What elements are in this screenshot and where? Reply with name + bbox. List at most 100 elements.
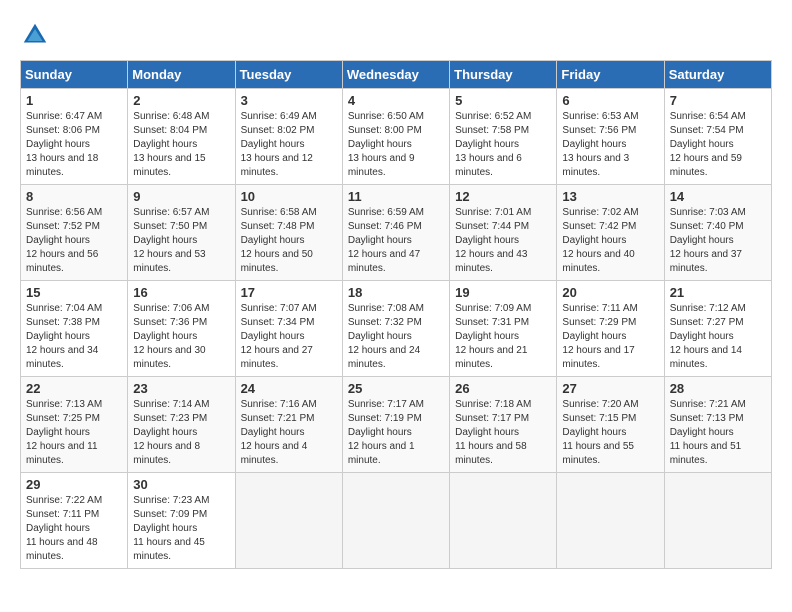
- calendar-cell: 10 Sunrise: 6:58 AM Sunset: 7:48 PM Dayl…: [235, 185, 342, 281]
- calendar-cell: 25 Sunrise: 7:17 AM Sunset: 7:19 PM Dayl…: [342, 377, 449, 473]
- day-info: Sunrise: 7:04 AM Sunset: 7:38 PM Dayligh…: [26, 303, 102, 370]
- calendar-cell: [664, 473, 771, 569]
- calendar-cell: 21 Sunrise: 7:12 AM Sunset: 7:27 PM Dayl…: [664, 281, 771, 377]
- day-number: 30: [133, 477, 229, 492]
- day-info: Sunrise: 6:54 AM Sunset: 7:54 PM Dayligh…: [670, 111, 746, 178]
- day-info: Sunrise: 7:07 AM Sunset: 7:34 PM Dayligh…: [241, 303, 317, 370]
- day-info: Sunrise: 7:17 AM Sunset: 7:19 PM Dayligh…: [348, 399, 424, 466]
- day-number: 11: [348, 189, 444, 204]
- day-info: Sunrise: 6:50 AM Sunset: 8:00 PM Dayligh…: [348, 111, 424, 178]
- day-info: Sunrise: 7:03 AM Sunset: 7:40 PM Dayligh…: [670, 207, 746, 274]
- day-info: Sunrise: 7:02 AM Sunset: 7:42 PM Dayligh…: [562, 207, 638, 274]
- day-info: Sunrise: 7:09 AM Sunset: 7:31 PM Dayligh…: [455, 303, 531, 370]
- day-number: 9: [133, 189, 229, 204]
- calendar-cell: [557, 473, 664, 569]
- day-number: 24: [241, 381, 337, 396]
- calendar-cell: 7 Sunrise: 6:54 AM Sunset: 7:54 PM Dayli…: [664, 89, 771, 185]
- day-number: 29: [26, 477, 122, 492]
- header-row: SundayMondayTuesdayWednesdayThursdayFrid…: [21, 61, 772, 89]
- calendar-table: SundayMondayTuesdayWednesdayThursdayFrid…: [20, 60, 772, 569]
- day-info: Sunrise: 6:58 AM Sunset: 7:48 PM Dayligh…: [241, 207, 317, 274]
- calendar-cell: 9 Sunrise: 6:57 AM Sunset: 7:50 PM Dayli…: [128, 185, 235, 281]
- page-header: [20, 20, 772, 50]
- day-number: 8: [26, 189, 122, 204]
- calendar-row: 8 Sunrise: 6:56 AM Sunset: 7:52 PM Dayli…: [21, 185, 772, 281]
- header-cell-friday: Friday: [557, 61, 664, 89]
- day-number: 7: [670, 93, 766, 108]
- day-number: 16: [133, 285, 229, 300]
- calendar-cell: 1 Sunrise: 6:47 AM Sunset: 8:06 PM Dayli…: [21, 89, 128, 185]
- day-number: 23: [133, 381, 229, 396]
- calendar-cell: 24 Sunrise: 7:16 AM Sunset: 7:21 PM Dayl…: [235, 377, 342, 473]
- calendar-cell: 4 Sunrise: 6:50 AM Sunset: 8:00 PM Dayli…: [342, 89, 449, 185]
- day-number: 5: [455, 93, 551, 108]
- day-number: 28: [670, 381, 766, 396]
- day-info: Sunrise: 7:06 AM Sunset: 7:36 PM Dayligh…: [133, 303, 209, 370]
- day-number: 2: [133, 93, 229, 108]
- day-info: Sunrise: 7:23 AM Sunset: 7:09 PM Dayligh…: [133, 495, 209, 562]
- header-cell-thursday: Thursday: [450, 61, 557, 89]
- day-number: 25: [348, 381, 444, 396]
- day-info: Sunrise: 6:53 AM Sunset: 7:56 PM Dayligh…: [562, 111, 638, 178]
- calendar-cell: 14 Sunrise: 7:03 AM Sunset: 7:40 PM Dayl…: [664, 185, 771, 281]
- day-info: Sunrise: 6:48 AM Sunset: 8:04 PM Dayligh…: [133, 111, 209, 178]
- day-number: 4: [348, 93, 444, 108]
- calendar-cell: 27 Sunrise: 7:20 AM Sunset: 7:15 PM Dayl…: [557, 377, 664, 473]
- day-info: Sunrise: 7:12 AM Sunset: 7:27 PM Dayligh…: [670, 303, 746, 370]
- day-number: 13: [562, 189, 658, 204]
- header-cell-saturday: Saturday: [664, 61, 771, 89]
- header-cell-sunday: Sunday: [21, 61, 128, 89]
- day-info: Sunrise: 7:01 AM Sunset: 7:44 PM Dayligh…: [455, 207, 531, 274]
- day-info: Sunrise: 6:49 AM Sunset: 8:02 PM Dayligh…: [241, 111, 317, 178]
- day-number: 1: [26, 93, 122, 108]
- calendar-row: 29 Sunrise: 7:22 AM Sunset: 7:11 PM Dayl…: [21, 473, 772, 569]
- calendar-cell: 11 Sunrise: 6:59 AM Sunset: 7:46 PM Dayl…: [342, 185, 449, 281]
- calendar-body: 1 Sunrise: 6:47 AM Sunset: 8:06 PM Dayli…: [21, 89, 772, 569]
- day-number: 18: [348, 285, 444, 300]
- calendar-cell: [235, 473, 342, 569]
- calendar-cell: 15 Sunrise: 7:04 AM Sunset: 7:38 PM Dayl…: [21, 281, 128, 377]
- logo-icon: [20, 20, 50, 50]
- day-number: 15: [26, 285, 122, 300]
- calendar-cell: 8 Sunrise: 6:56 AM Sunset: 7:52 PM Dayli…: [21, 185, 128, 281]
- day-number: 22: [26, 381, 122, 396]
- calendar-cell: 17 Sunrise: 7:07 AM Sunset: 7:34 PM Dayl…: [235, 281, 342, 377]
- header-cell-tuesday: Tuesday: [235, 61, 342, 89]
- header-cell-monday: Monday: [128, 61, 235, 89]
- day-info: Sunrise: 7:21 AM Sunset: 7:13 PM Dayligh…: [670, 399, 746, 466]
- day-number: 6: [562, 93, 658, 108]
- day-info: Sunrise: 6:59 AM Sunset: 7:46 PM Dayligh…: [348, 207, 424, 274]
- calendar-cell: 16 Sunrise: 7:06 AM Sunset: 7:36 PM Dayl…: [128, 281, 235, 377]
- day-number: 17: [241, 285, 337, 300]
- day-number: 27: [562, 381, 658, 396]
- day-info: Sunrise: 6:47 AM Sunset: 8:06 PM Dayligh…: [26, 111, 102, 178]
- day-info: Sunrise: 7:20 AM Sunset: 7:15 PM Dayligh…: [562, 399, 638, 466]
- calendar-cell: 12 Sunrise: 7:01 AM Sunset: 7:44 PM Dayl…: [450, 185, 557, 281]
- calendar-header: SundayMondayTuesdayWednesdayThursdayFrid…: [21, 61, 772, 89]
- calendar-cell: 3 Sunrise: 6:49 AM Sunset: 8:02 PM Dayli…: [235, 89, 342, 185]
- day-info: Sunrise: 7:18 AM Sunset: 7:17 PM Dayligh…: [455, 399, 531, 466]
- day-number: 12: [455, 189, 551, 204]
- day-info: Sunrise: 7:22 AM Sunset: 7:11 PM Dayligh…: [26, 495, 102, 562]
- day-info: Sunrise: 7:14 AM Sunset: 7:23 PM Dayligh…: [133, 399, 209, 466]
- calendar-cell: 6 Sunrise: 6:53 AM Sunset: 7:56 PM Dayli…: [557, 89, 664, 185]
- calendar-cell: 30 Sunrise: 7:23 AM Sunset: 7:09 PM Dayl…: [128, 473, 235, 569]
- calendar-row: 1 Sunrise: 6:47 AM Sunset: 8:06 PM Dayli…: [21, 89, 772, 185]
- day-info: Sunrise: 6:52 AM Sunset: 7:58 PM Dayligh…: [455, 111, 531, 178]
- day-number: 10: [241, 189, 337, 204]
- day-info: Sunrise: 7:08 AM Sunset: 7:32 PM Dayligh…: [348, 303, 424, 370]
- calendar-row: 15 Sunrise: 7:04 AM Sunset: 7:38 PM Dayl…: [21, 281, 772, 377]
- calendar-cell: 20 Sunrise: 7:11 AM Sunset: 7:29 PM Dayl…: [557, 281, 664, 377]
- calendar-cell: [342, 473, 449, 569]
- day-number: 14: [670, 189, 766, 204]
- calendar-cell: 2 Sunrise: 6:48 AM Sunset: 8:04 PM Dayli…: [128, 89, 235, 185]
- calendar-cell: 23 Sunrise: 7:14 AM Sunset: 7:23 PM Dayl…: [128, 377, 235, 473]
- day-info: Sunrise: 6:57 AM Sunset: 7:50 PM Dayligh…: [133, 207, 209, 274]
- calendar-cell: 22 Sunrise: 7:13 AM Sunset: 7:25 PM Dayl…: [21, 377, 128, 473]
- day-number: 26: [455, 381, 551, 396]
- calendar-cell: 28 Sunrise: 7:21 AM Sunset: 7:13 PM Dayl…: [664, 377, 771, 473]
- calendar-cell: [450, 473, 557, 569]
- header-cell-wednesday: Wednesday: [342, 61, 449, 89]
- day-info: Sunrise: 6:56 AM Sunset: 7:52 PM Dayligh…: [26, 207, 102, 274]
- day-number: 20: [562, 285, 658, 300]
